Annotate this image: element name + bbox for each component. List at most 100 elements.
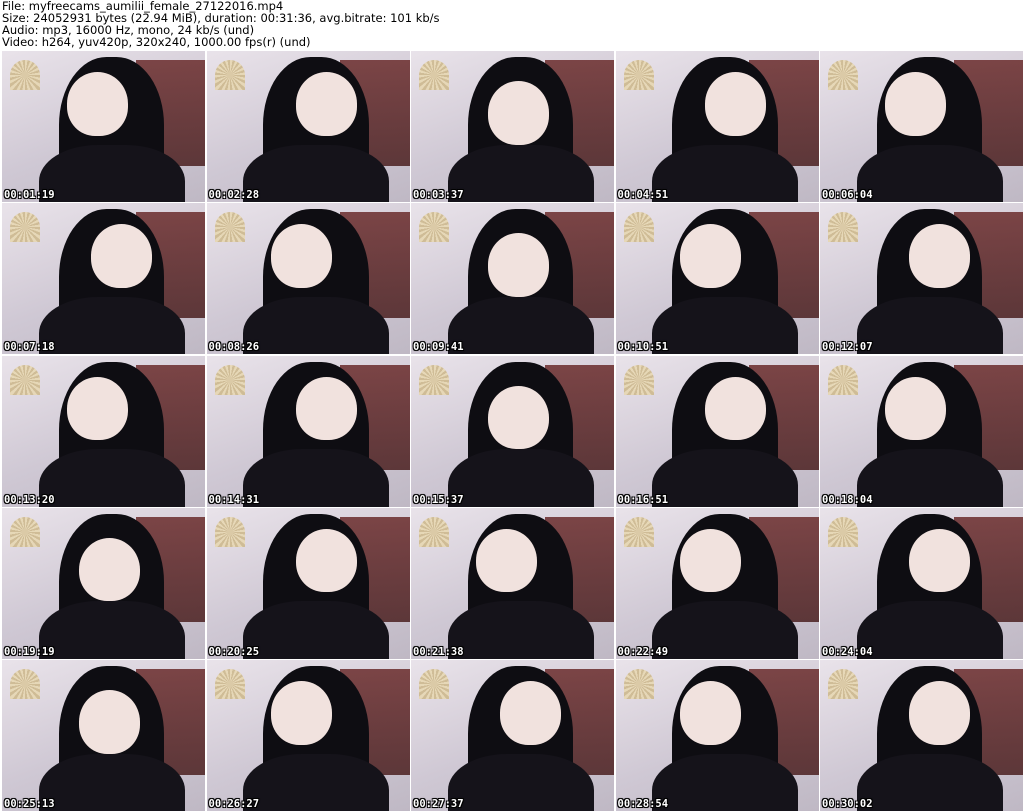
face-shape <box>704 376 766 441</box>
hand-fan-decoration <box>419 516 450 547</box>
hand-fan-decoration <box>214 364 245 395</box>
hand-fan-decoration <box>828 669 859 700</box>
hand-fan-decoration <box>10 60 41 91</box>
body-shape <box>652 601 799 659</box>
face-shape <box>475 528 537 593</box>
face-shape <box>909 224 971 288</box>
thumbnail: 00:15:37 <box>411 355 614 507</box>
thumbnail: 00:07:18 <box>2 203 205 355</box>
timestamp-label: 00:30:02 <box>822 798 873 810</box>
timestamp-label: 00:07:18 <box>4 341 55 354</box>
hand-fan-decoration <box>214 669 245 700</box>
timestamp-label: 00:10:51 <box>617 341 669 354</box>
hand-fan-decoration <box>623 60 654 91</box>
timestamp-label: 00:19:19 <box>4 645 55 658</box>
body-shape <box>447 449 594 507</box>
hand-fan-decoration <box>828 60 859 91</box>
hand-fan-decoration <box>419 364 450 395</box>
thumbnail: 00:06:04 <box>820 51 1023 202</box>
thumbnail: 00:13:20 <box>2 355 205 507</box>
body-shape <box>447 753 594 811</box>
face-shape <box>79 537 141 602</box>
timestamp-label: 00:08:26 <box>208 341 260 354</box>
hand-fan-decoration <box>214 60 245 91</box>
hand-fan-decoration <box>828 212 859 243</box>
timestamp-label: 00:04:51 <box>617 189 669 201</box>
body-shape <box>652 449 799 507</box>
face-shape <box>66 376 128 441</box>
body-shape <box>856 601 1003 659</box>
body-shape <box>38 601 185 659</box>
thumbnail: 00:28:54 <box>615 660 819 811</box>
video-info-line: Video: h264, yuv420p, 320x240, 1000.00 f… <box>2 35 311 49</box>
body-shape <box>856 753 1003 811</box>
body-shape <box>856 144 1003 202</box>
thumbnail: 00:03:37 <box>411 51 614 202</box>
body-shape <box>447 144 594 202</box>
timestamp-label: 00:14:31 <box>208 493 260 506</box>
body-shape <box>856 296 1003 355</box>
thumbnail: 00:16:51 <box>615 355 819 507</box>
timestamp-label: 00:21:38 <box>413 645 464 658</box>
thumbnail: 00:24:04 <box>820 507 1023 659</box>
timestamp-label: 00:24:04 <box>822 645 873 658</box>
hand-fan-decoration <box>623 212 654 243</box>
timestamp-label: 00:26:27 <box>208 798 260 810</box>
thumbnail: 00:14:31 <box>206 355 410 507</box>
face-shape <box>66 72 128 136</box>
face-shape <box>295 72 357 136</box>
thumbnail: 00:21:38 <box>411 507 614 659</box>
thumbnail: 00:09:41 <box>411 203 614 355</box>
body-shape <box>243 296 390 355</box>
body-shape <box>447 296 594 355</box>
timestamp-label: 00:28:54 <box>617 798 669 810</box>
face-shape <box>680 528 742 593</box>
hand-fan-decoration <box>419 212 450 243</box>
timestamp-label: 00:12:07 <box>822 341 873 354</box>
face-shape <box>79 690 141 754</box>
body-shape <box>243 601 390 659</box>
face-shape <box>488 385 550 450</box>
hand-fan-decoration <box>419 60 450 91</box>
timestamp-label: 00:01:19 <box>4 189 55 201</box>
face-shape <box>884 376 946 441</box>
thumbnail: 00:02:28 <box>206 51 410 202</box>
thumbnail: 00:27:37 <box>411 660 614 811</box>
file-info-header: File: myfreecams_aumilii_female_27122016… <box>2 0 1022 48</box>
body-shape <box>243 753 390 811</box>
face-shape <box>909 528 971 593</box>
face-shape <box>500 681 562 745</box>
face-shape <box>704 72 766 136</box>
face-shape <box>884 72 946 136</box>
timestamp-label: 00:20:25 <box>208 645 260 658</box>
body-shape <box>38 144 185 202</box>
body-shape <box>38 449 185 507</box>
hand-fan-decoration <box>623 516 654 547</box>
thumbnail: 00:19:19 <box>2 507 205 659</box>
face-shape <box>91 224 153 288</box>
thumbnail: 00:08:26 <box>206 203 410 355</box>
thumbnail: 00:01:19 <box>2 51 205 202</box>
thumbnail: 00:22:49 <box>615 507 819 659</box>
thumbnail: 00:20:25 <box>206 507 410 659</box>
timestamp-label: 00:25:13 <box>4 798 55 810</box>
hand-fan-decoration <box>10 364 41 395</box>
thumbnail: 00:25:13 <box>2 660 205 811</box>
timestamp-label: 00:03:37 <box>413 189 464 201</box>
hand-fan-decoration <box>828 364 859 395</box>
thumbnail: 00:12:07 <box>820 203 1023 355</box>
timestamp-label: 00:02:28 <box>208 189 260 201</box>
hand-fan-decoration <box>10 669 41 700</box>
hand-fan-decoration <box>214 516 245 547</box>
body-shape <box>856 449 1003 507</box>
body-shape <box>38 753 185 811</box>
body-shape <box>652 296 799 355</box>
body-shape <box>38 296 185 355</box>
timestamp-label: 00:13:20 <box>4 493 55 506</box>
thumbnail-grid: 00:01:19 00:02:28 00:03:37 00:04:51 00:0… <box>2 51 1023 811</box>
timestamp-label: 00:16:51 <box>617 493 669 506</box>
body-shape <box>652 144 799 202</box>
timestamp-label: 00:15:37 <box>413 493 464 506</box>
face-shape <box>680 224 742 288</box>
face-shape <box>680 681 742 745</box>
